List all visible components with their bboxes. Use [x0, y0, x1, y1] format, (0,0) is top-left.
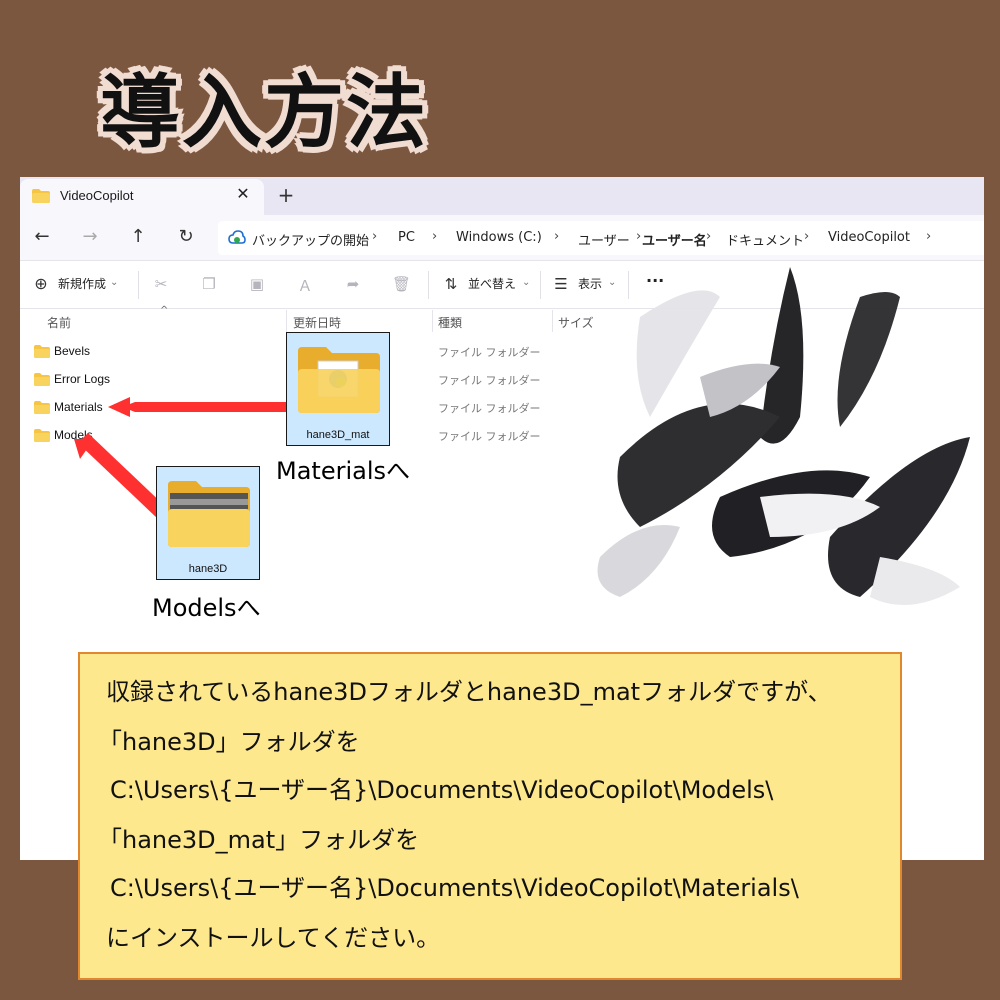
forward-arrow-icon[interactable]: → [78, 225, 102, 249]
rename-icon[interactable]: Ａ [296, 275, 314, 295]
sort-button[interactable]: 並べ替え [468, 275, 516, 292]
folder-with-feather-icon [168, 481, 250, 547]
tab-videocopilot[interactable]: VideoCopilot ✕ [20, 179, 264, 215]
chevron-right-icon: › [706, 229, 712, 244]
chevron-right-icon: › [636, 229, 642, 244]
close-tab-icon[interactable]: ✕ [234, 185, 252, 203]
chevron-right-icon: › [554, 229, 560, 244]
column-header-type[interactable]: 種類 [438, 314, 462, 331]
new-button[interactable]: 新規作成 [58, 275, 106, 292]
navigation-bar: ← → ↑ ↻ バックアップの開始 › PC › Windows (C:) › … [20, 215, 984, 261]
breadcrumb-windows-c[interactable]: Windows (C:) [456, 230, 542, 245]
toolbar-divider [540, 271, 541, 299]
new-tab-button[interactable]: + [276, 185, 296, 205]
tab-bar: VideoCopilot ✕ + [20, 177, 984, 215]
file-name: Error Logs [54, 372, 111, 386]
file-name: Models [54, 428, 93, 442]
file-type: ファイル フォルダー [438, 374, 541, 387]
plus-circle-icon: ⊕ [34, 274, 48, 293]
folder-icon [34, 345, 50, 358]
chevron-right-icon: › [926, 229, 932, 244]
folder-thumbnail-hane3d-mat[interactable]: hane3D_mat [286, 332, 390, 446]
instruction-box: 収録されているhane3Dフォルダとhane3D_matフォルダですが、 「ha… [78, 652, 902, 980]
file-name: Materials [54, 400, 103, 414]
view-icon: ☰ [554, 275, 568, 293]
file-type: ファイル フォルダー [438, 430, 541, 443]
instruction-line: 収録されているhane3Dフォルダとhane3D_matフォルダですが、 [106, 678, 832, 706]
folder-thumbnail-hane3d[interactable]: hane3D [156, 466, 260, 580]
column-divider [552, 310, 553, 332]
instruction-path-materials: C:\Users\{ユーザー名}\Documents\VideoCopilot\… [110, 874, 799, 902]
thumbnail-label: hane3D [188, 563, 228, 575]
address-bar[interactable]: バックアップの開始 › PC › Windows (C:) › ユーザー › ユ… [218, 221, 984, 255]
callout-materials: Materialsへ [276, 457, 411, 485]
folder-icon [34, 429, 50, 442]
backup-cloud-icon [228, 230, 246, 244]
folder-with-file-icon [298, 347, 380, 413]
instruction-line: 「hane3D_mat」フォルダを [98, 826, 420, 854]
breadcrumb-videocopilot[interactable]: VideoCopilot [828, 230, 910, 245]
folder-icon [34, 373, 50, 386]
instruction-path-models: C:\Users\{ユーザー名}\Documents\VideoCopilot\… [110, 776, 774, 804]
callout-models: Modelsへ [152, 594, 261, 622]
toolbar-divider [138, 271, 139, 299]
chevron-down-icon: ⌄ [522, 277, 531, 288]
chevron-right-icon: › [804, 229, 810, 244]
breadcrumb-username[interactable]: ユーザー名 [642, 230, 707, 249]
breadcrumb-users[interactable]: ユーザー [578, 230, 630, 249]
instruction-line: にインストールしてください。 [106, 924, 441, 952]
column-header-modified[interactable]: 更新日時 [293, 314, 341, 331]
column-header-name[interactable]: 名前 [47, 314, 71, 331]
file-type: ファイル フォルダー [438, 402, 541, 415]
chevron-down-icon: ⌄ [110, 277, 119, 288]
delete-icon[interactable]: 🗑 [392, 275, 411, 293]
chevron-right-icon: › [372, 229, 378, 244]
instruction-line: 「hane3D」フォルダを [98, 728, 360, 756]
sort-ascending-icon: ^ [160, 305, 169, 316]
up-arrow-icon[interactable]: ↑ [126, 225, 150, 249]
column-divider [432, 310, 433, 332]
feathers-illustration [597, 267, 970, 605]
sort-icon: ⇅ [444, 275, 458, 293]
file-name: Bevels [54, 344, 91, 358]
share-icon[interactable]: ➦ [344, 275, 362, 293]
copy-icon[interactable]: ❐ [200, 275, 218, 293]
paste-icon[interactable]: ▣ [248, 275, 266, 293]
chevron-right-icon: › [432, 229, 438, 244]
thumbnail-label: hane3D_mat [306, 429, 370, 441]
tab-title: VideoCopilot [60, 188, 134, 203]
breadcrumb-pc[interactable]: PC [398, 230, 415, 245]
back-arrow-icon[interactable]: ← [30, 225, 54, 249]
breadcrumb-backup[interactable]: バックアップの開始 [252, 230, 369, 249]
breadcrumb-documents[interactable]: ドキュメント [726, 230, 804, 249]
folder-icon [32, 189, 50, 203]
toolbar-divider [428, 271, 429, 299]
refresh-icon[interactable]: ↻ [174, 225, 198, 249]
cut-icon[interactable]: ✂ [152, 275, 170, 293]
page-title: 導入方法 [100, 66, 428, 159]
file-type: ファイル フォルダー [438, 346, 541, 359]
column-divider [286, 310, 287, 332]
folder-icon [34, 401, 50, 414]
